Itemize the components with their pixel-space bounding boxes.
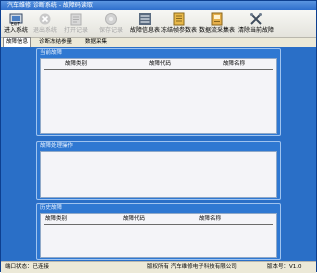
status-copyright: 版权所有 汽车维修电子科技有限公司	[147, 264, 237, 270]
data-stream-table-label: 数据流采集表	[198, 27, 235, 34]
freeze-frame-table-button[interactable]: 冻结帧参数表	[161, 11, 197, 37]
history-fault-title: 历史故障	[40, 205, 63, 211]
column-header-code: 故障代码	[149, 61, 172, 67]
data-stream-table-button[interactable]: 数据流采集表	[198, 11, 236, 37]
fault-handling-panel[interactable]	[40, 151, 277, 198]
clear-icon	[250, 13, 262, 25]
exit-system-button[interactable]: 退出系统	[31, 11, 59, 37]
enter-icon: EXIT	[9, 13, 23, 26]
status-version: 版本号：V1.0	[267, 264, 302, 270]
history-fault-group: 历史故障 故障类别 故障代码 故障名称	[36, 203, 281, 260]
current-fault-title: 当前故障	[40, 50, 63, 56]
tab-freeze-params[interactable]: 诊断冻结参量	[37, 38, 74, 47]
fault-info-table-button[interactable]: 故障信息表	[129, 11, 161, 37]
column-header-category: 故障类别	[65, 61, 88, 67]
fault-handling-group: 故障处理操作	[36, 141, 281, 200]
clear-fault-button[interactable]: 清除当前故障	[237, 11, 275, 37]
save-record-label: 保存记录	[98, 27, 123, 34]
window-title: 汽车维修 诊断系统 - 故障码读取	[7, 2, 93, 9]
open-icon	[70, 13, 82, 26]
column-header-code: 故障代码	[123, 216, 146, 222]
data-icon	[211, 12, 223, 26]
toolbar: EXIT 进入系统 退出系统 打开记录 保存记录 故障信息表 冻结帧参数表 数据…	[1, 10, 316, 38]
status-bar: 端口状态：已连接 版权所有 汽车维修电子科技有限公司 版本号：V1.0	[1, 261, 316, 273]
enter-system-label: 进入系统	[3, 27, 28, 34]
exit-system-label: 退出系统	[32, 27, 57, 34]
tab-data-collection[interactable]: 数据采集	[83, 38, 109, 47]
history-fault-table[interactable]: 故障类别 故障代码 故障名称	[40, 213, 277, 258]
tab-bar: 故障信息 诊断冻结参量 数据采集	[1, 37, 316, 47]
column-header-name: 故障名称	[223, 61, 246, 67]
open-record-button[interactable]: 打开记录	[61, 11, 91, 37]
current-fault-group: 当前故障 故障类别 故障代码 故障名称	[36, 48, 281, 136]
save-record-button[interactable]: 保存记录	[95, 11, 127, 37]
column-header-name: 故障名称	[199, 216, 222, 222]
column-header-category: 故障类别	[45, 216, 68, 222]
fault-info-table-label: 故障信息表	[129, 27, 160, 34]
freeze-frame-table-label: 冻结帧参数表	[161, 27, 198, 34]
open-record-label: 打开记录	[63, 27, 88, 34]
header-divider	[44, 224, 273, 225]
enter-system-button[interactable]: EXIT 进入系统	[3, 11, 29, 37]
status-port: 端口状态：已连接	[5, 264, 50, 270]
list-icon	[139, 13, 151, 25]
fault-handling-title: 故障处理操作	[40, 143, 74, 149]
tab-content: 当前故障 故障类别 故障代码 故障名称 故障处理操作 历史故障 故障类别 故障代…	[2, 47, 315, 261]
exit-icon	[39, 13, 51, 25]
tab-fault-info[interactable]: 故障信息	[3, 37, 32, 47]
header-divider	[44, 69, 273, 70]
clear-fault-label: 清除当前故障	[237, 27, 274, 34]
app-window: 汽车维修 诊断系统 - 故障码读取 EXIT 进入系统 退出系统 打开记录 保存…	[0, 0, 317, 273]
save-icon	[105, 13, 117, 25]
current-fault-table[interactable]: 故障类别 故障代码 故障名称	[40, 58, 277, 134]
table-icon	[173, 12, 185, 26]
title-bar: 汽车维修 诊断系统 - 故障码读取	[1, 1, 316, 10]
